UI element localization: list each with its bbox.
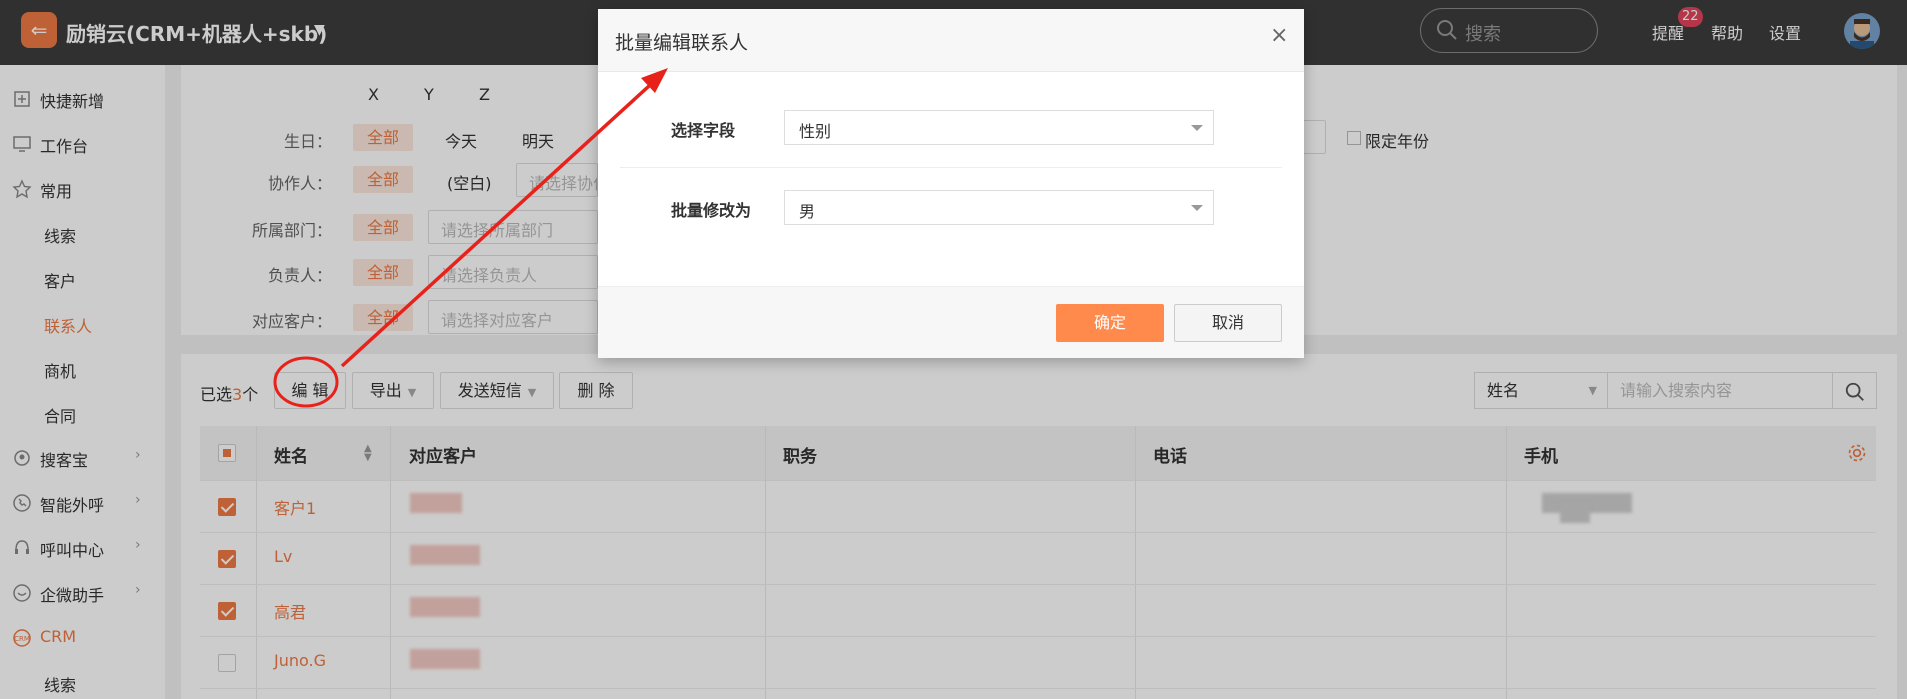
cancel-button[interactable]: 取消	[1174, 304, 1282, 342]
chevron-down-icon	[1191, 205, 1203, 211]
confirm-button[interactable]: 确定	[1056, 304, 1164, 342]
batch-edit-modal: 批量编辑联系人 × 选择字段 性别 批量修改为 男 确定 取消	[598, 9, 1304, 358]
field-select[interactable]: 性别	[784, 110, 1214, 145]
modal-divider	[620, 167, 1282, 168]
modal-header: 批量编辑联系人 ×	[598, 9, 1304, 72]
batch-value-select[interactable]: 男	[784, 190, 1214, 225]
chevron-down-icon	[1191, 125, 1203, 131]
modal-title: 批量编辑联系人	[615, 32, 749, 54]
batch-value-label: 批量修改为	[671, 201, 752, 220]
field-select-label: 选择字段	[671, 121, 736, 140]
modal-footer: 确定 取消	[598, 286, 1304, 358]
close-icon[interactable]: ×	[1270, 23, 1288, 48]
